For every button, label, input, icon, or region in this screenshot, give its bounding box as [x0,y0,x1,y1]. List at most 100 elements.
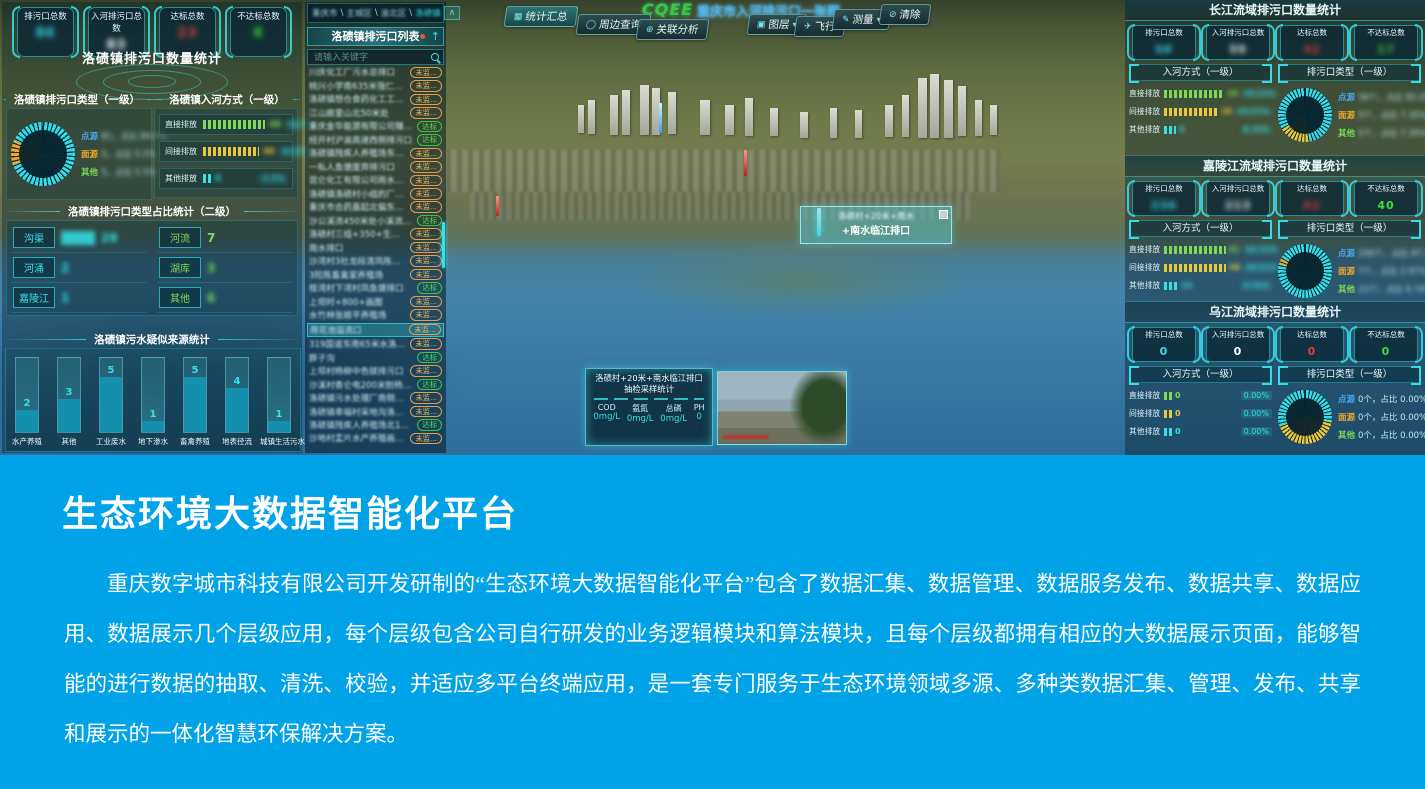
legend-row-点源: 点源0个，占比 0.00% [1338,393,1425,405]
list-item[interactable]: 319国道东南65米水洛洞桥6组未监... [307,338,444,350]
list-item[interactable]: 重庆金华能源有限公司赚矿(日...达标 [307,120,444,132]
outlet-name: 胖子沟 [309,352,414,364]
list-item[interactable]: 一私人鱼塘废弃排污口未监... [307,161,444,173]
basin-panel-body: 入河方式（一级）直接排放2949.15%间接排放2644.07%其他排放46.7… [1125,62,1425,147]
inflow-row-其他排放: 其他排放239.76% [1129,280,1272,291]
stat-label: 不达标总数 [231,10,286,22]
inflow-label: 间接排放 [1129,408,1161,419]
metric-总磷: 总磷0mg/L [660,403,687,424]
breadcrumb-item[interactable]: 主城区 [346,7,372,19]
collapse-up-icon[interactable]: ↑ [431,28,440,45]
inflow-bar [1164,264,1226,272]
basin-panels: 长江流域排污口数量统计排污口总数68入河排污口总数59达标总数42不达标总数17… [1125,0,1425,455]
list-item[interactable]: 洛碛镇洛碛村小组的厂小区未监... [307,188,444,200]
list-item[interactable]: 水竹林张娘平养殖场未监... [307,309,444,321]
list-scrollbar-thumb[interactable] [442,222,445,268]
map-3d-view[interactable]: CQEE 重庆市入河排污口一张图 ▦统计汇总◯周边查询⊕关联分析▣图层▾✈飞行✎… [0,0,1425,455]
list-item[interactable]: 洛碛镇幸福村采地沟洛碛残疾...未监... [307,405,444,417]
list-item[interactable]: 洛碛镇污水处理厂南侧围墙外...未监... [307,392,444,404]
source-bar-track: 5 [183,357,207,433]
inflow-value: 0 [1175,391,1181,400]
basin-stats-row: 排污口总数68入河排污口总数59达标总数42不达标总数17 [1125,21,1425,62]
list-item[interactable]: 荷花池溢流口未监... [307,323,444,337]
list-item[interactable]: 洛碛镇残疾人养殖场北15米自...达标 [307,419,444,431]
status-badge: 达标 [417,134,442,146]
basin-panel-title: 嘉陵江流域排污口数量统计 [1125,156,1425,177]
list-item[interactable]: 沙公溪流450米处小溪流排口达标 [307,215,444,227]
list-item[interactable]: 上坝村杨柳中色镁排污口未监... [307,365,444,377]
list-item[interactable]: 川庆化工厂污水总排口未监... [307,66,444,78]
inflow-bar [1164,108,1218,116]
list-item[interactable]: 上坝时+800+画图未监... [307,296,444,308]
list-item[interactable]: 江山廊里山北50米处未监... [307,107,444,119]
list-item[interactable]: 昆仑化工有限公司雨水排污口未监... [307,174,444,186]
inflow-value: 23 [1181,281,1192,290]
inflow-value: 81 [1229,245,1240,254]
stat-label: 不达标总数 [1355,27,1417,38]
list-item[interactable]: 3险陈畜禽家养殖场未监... [307,269,444,281]
legend-row-其他: 其他0个，占比 0.00% [1338,429,1425,441]
list-item[interactable]: 沙溪村香仑电200米刨杨溪汇...达标 [307,378,444,390]
search-icon[interactable] [431,53,439,61]
building [578,105,584,133]
list-item[interactable]: 桂湾村下湾村凤鱼塘排口达标 [307,282,444,294]
stat-value: 8 [253,26,263,41]
search-input[interactable] [312,51,431,63]
town-section-headers: 洛碛镇排污口类型（一级） 洛碛镇入河方式（一级） [2,92,302,107]
status-badge: 未监... [410,175,442,187]
list-item[interactable]: 沙地村盂片水产养殖画源排污口未监... [307,432,444,444]
breadcrumb-separator: \ [409,8,412,18]
stat-capsule-排污口总数: 排污口总数68 [1132,25,1196,60]
map-pin-blue[interactable] [659,103,662,133]
toolbar-button-统计汇总[interactable]: ▦统计汇总 [504,6,578,27]
breadcrumb-item[interactable]: 洛碛镇 [415,7,441,19]
stat-label: 排污口总数 [1133,183,1195,194]
stat-capsule-入河排污口总数: 入河排污口总数59 [1206,25,1270,60]
toolbar-button-关联分析[interactable]: ⊕关联分析 [636,19,709,40]
stat-value: 0 [1308,345,1317,358]
status-badge: 未监... [410,338,442,350]
level2-label: 嘉陵江 [13,287,55,308]
outlet-name: 水竹林张娘平养殖场 [309,309,407,321]
list-item[interactable]: 洛碛村三组+350+生活源未监... [307,228,444,240]
map-pin-red-2[interactable] [496,196,499,216]
map-pin-red[interactable] [744,150,747,176]
legend-row-面源: 面源5个，占比 7.35% [1338,109,1425,121]
source-bar-fill [226,388,248,432]
list-item[interactable]: 洛碛镇想仓食药化工工业入河...未监... [307,93,444,105]
legend-value: 58个，占比 85.29% [1358,93,1425,103]
photo-watermark [723,435,769,439]
list-item[interactable]: 胖子沟达标 [307,351,444,363]
inflow-bar [1164,392,1172,400]
outlet-name: 江山廊里山北50米处 [309,107,407,119]
inflow-percent: 40.10% [1243,245,1280,254]
list-item[interactable]: 洛碛镇残疾人养殖场东北20米...未监... [307,147,444,159]
list-item[interactable]: 桃兴小学南635米强仁畜牧农...未监... [307,80,444,92]
breadcrumb-item[interactable]: 重庆市 [312,7,338,19]
level2-label: 沟渠 [13,227,55,248]
source-bar-label: 畜禽养殖 [176,436,214,447]
inflow-row-box: 其他排放03.3% [159,168,293,189]
list-item[interactable]: 经开村沪渝高速西侧排污口达标 [307,134,444,146]
level2-label: 河流 [159,227,201,248]
basin-panel-body: 入河方式（一级）直接排放00.00%间接排放00.00%其他排放00.00%排污… [1125,364,1425,449]
toolbar-button-清除[interactable]: ⊘清除 [879,4,931,25]
list-item[interactable]: 重庆市合药嘉起北偏东150米未监... [307,201,444,213]
toolbar-icon-飞行: ✈ [803,22,812,32]
building [830,108,837,138]
building [622,90,630,135]
source-bar-label: 地表径流 [218,436,256,447]
legend-value: 5，占比 5.5% [101,168,156,178]
outlet-photo-thumbnail[interactable] [717,371,847,445]
list-item[interactable]: 沙湾村3社龙段清凤陈鱼塘温...未监... [307,255,444,267]
collapse-icon[interactable]: ∧ [444,6,461,20]
building [770,108,778,136]
type-donut [1278,88,1332,142]
breadcrumb-item[interactable]: 渝北区 [381,7,407,19]
outlet-tooltip[interactable]: 洛碛村+20米+南水 +南水临江排口 [800,206,952,244]
inflow-label: 其他排放 [1129,280,1161,291]
inflow-percent: 3.3% [259,174,287,184]
list-item[interactable]: 雨水排口未监... [307,242,444,254]
outlet-name: 上坝村杨柳中色镁排污口 [309,365,407,377]
legend-row-面源: 面源0个，占比 0.00% [1338,411,1425,423]
